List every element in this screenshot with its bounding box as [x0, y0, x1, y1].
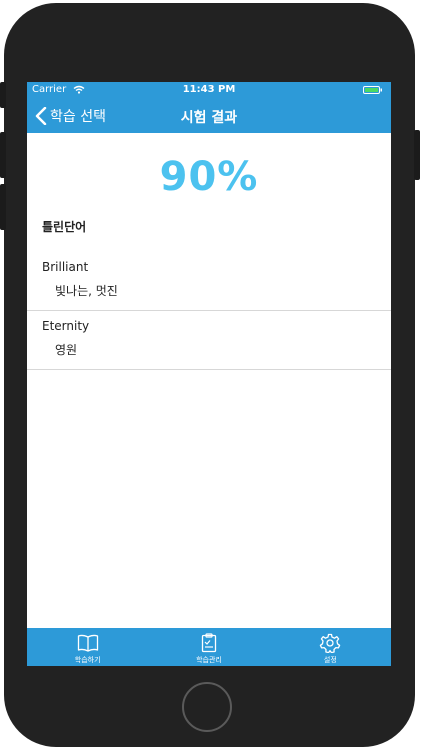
screen: Carrier 11:43 PM 학습 선택 시험 결과 90% 틀린단어 Br… [27, 82, 391, 666]
status-bar: Carrier 11:43 PM [27, 82, 391, 99]
word-meaning: 영원 [55, 343, 78, 357]
tab-manage[interactable]: 학습관리 [148, 628, 269, 666]
clipboard-icon [201, 633, 217, 653]
score-percentage: 90% [159, 154, 259, 200]
wrong-words-list: Brilliant 빛나는, 멋진 Eternity 영원 [27, 252, 391, 370]
clock: 11:43 PM [182, 84, 236, 95]
tab-settings[interactable]: 설정 [270, 628, 391, 666]
tab-label: 학습하기 [74, 656, 101, 664]
home-button[interactable] [182, 682, 232, 732]
tab-label: 학습관리 [196, 656, 222, 664]
wrong-words-heading: 틀린단어 [42, 220, 87, 234]
tab-bar: 학습하기 학습관리 설정 [27, 628, 391, 666]
navigation-bar: 학습 선택 시험 결과 [27, 99, 391, 133]
word-term: Eternity [42, 319, 90, 333]
list-item[interactable]: Eternity 영원 [27, 311, 391, 370]
book-icon [77, 634, 98, 652]
list-item[interactable]: Brilliant 빛나는, 멋진 [27, 252, 391, 311]
tab-label: 설정 [323, 656, 337, 664]
tab-study[interactable]: 학습하기 [27, 628, 148, 666]
word-meaning: 빛나는, 멋진 [55, 284, 118, 298]
battery-icon [363, 86, 382, 94]
mute-switch [0, 82, 6, 108]
gear-icon [320, 633, 341, 653]
volume-down-button [0, 184, 6, 230]
power-button [414, 130, 420, 180]
volume-up-button [0, 132, 6, 178]
word-term: Brilliant [42, 260, 89, 274]
page-title: 시험 결과 [180, 110, 238, 126]
